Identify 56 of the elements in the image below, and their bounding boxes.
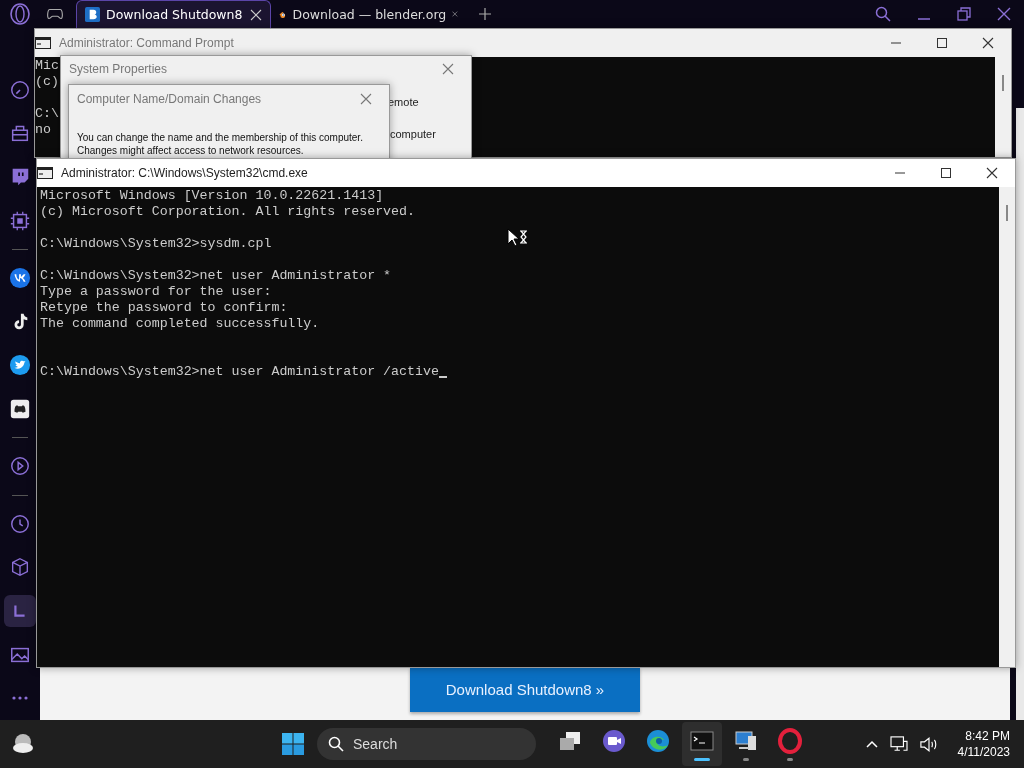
console-line: Type a password for the user: (40, 284, 272, 299)
console-line: C:\Windows\System32>sysdm.cpl (40, 236, 272, 251)
browser-tab[interactable]: Download Shutdown8 (76, 0, 271, 28)
description-text: computer (390, 128, 436, 140)
console-line: (c) Microsoft Corporation. All rights reserved. (40, 204, 416, 219)
play-icon (9, 455, 31, 478)
clock-icon (9, 512, 31, 535)
chip-icon (9, 209, 31, 232)
browser-logo-icon[interactable] (8, 2, 32, 26)
vk-icon (9, 267, 31, 290)
console-line: C:\Windows\System32>net user Administrator * (40, 268, 392, 283)
close-icon[interactable] (982, 37, 994, 49)
search-field[interactable]: Search (317, 728, 536, 760)
dialog-message: You can change the name and the membership of this computer. Changes might affect access to network resources. (77, 131, 364, 157)
search-icon (328, 736, 344, 752)
download-button[interactable]: Download Shutdown8 » (410, 667, 640, 712)
clock-date[interactable]: 4/11/2023 (957, 744, 1010, 760)
browser-logo-icon (777, 727, 803, 754)
console-line: Retype the password to confirm: (40, 300, 288, 315)
browser-logo-icon (645, 727, 671, 754)
console-line: (c) (35, 74, 59, 89)
bird-icon (9, 354, 31, 377)
site-logo-icon (85, 7, 100, 22)
busy-cursor-icon (507, 228, 529, 248)
console-line: C:\ (35, 106, 59, 121)
clock-time[interactable]: 8:42 PM (965, 728, 1010, 744)
cube-icon (9, 556, 31, 579)
window-title: System Properties (69, 62, 169, 76)
speedometer-icon (9, 78, 31, 101)
search-icon[interactable] (875, 6, 891, 22)
window-title: Computer Name/Domain Changes (77, 92, 263, 106)
more-icon (12, 696, 28, 701)
console-line: C:\Windows\System32>net user Administrator /active (40, 364, 439, 379)
page-scrollbar[interactable] (1016, 108, 1024, 720)
console-line: Microsoft Windows [Version 10.0.22621.1413] (40, 188, 384, 203)
window-title: Administrator: Command Prompt (59, 36, 235, 50)
speaker-icon[interactable] (919, 736, 938, 752)
game-controller-icon (9, 397, 31, 420)
console-line: no (35, 122, 51, 137)
video-camera-icon (601, 727, 627, 754)
restore-icon[interactable] (957, 7, 971, 21)
scrollbar[interactable] (999, 187, 1015, 667)
network-icon[interactable] (889, 736, 908, 752)
close-icon[interactable] (986, 167, 998, 179)
new-tab-icon[interactable] (479, 8, 491, 20)
chevron-up-icon[interactable] (865, 740, 878, 748)
game-controller-icon[interactable] (46, 7, 64, 21)
windows-logo-icon[interactable] (281, 732, 305, 756)
window-title: Administrator: C:\Windows\System32\cmd.exe (61, 166, 309, 180)
console-line: The command completed successfully. (40, 316, 320, 331)
maximize-icon[interactable] (940, 167, 952, 179)
scrollbar[interactable] (995, 57, 1011, 157)
browser-tab[interactable]: Download — blender.org (271, 0, 466, 28)
maximize-icon[interactable] (936, 37, 948, 49)
taskbar-app[interactable] (682, 722, 722, 766)
console-line: Mic (35, 58, 59, 73)
